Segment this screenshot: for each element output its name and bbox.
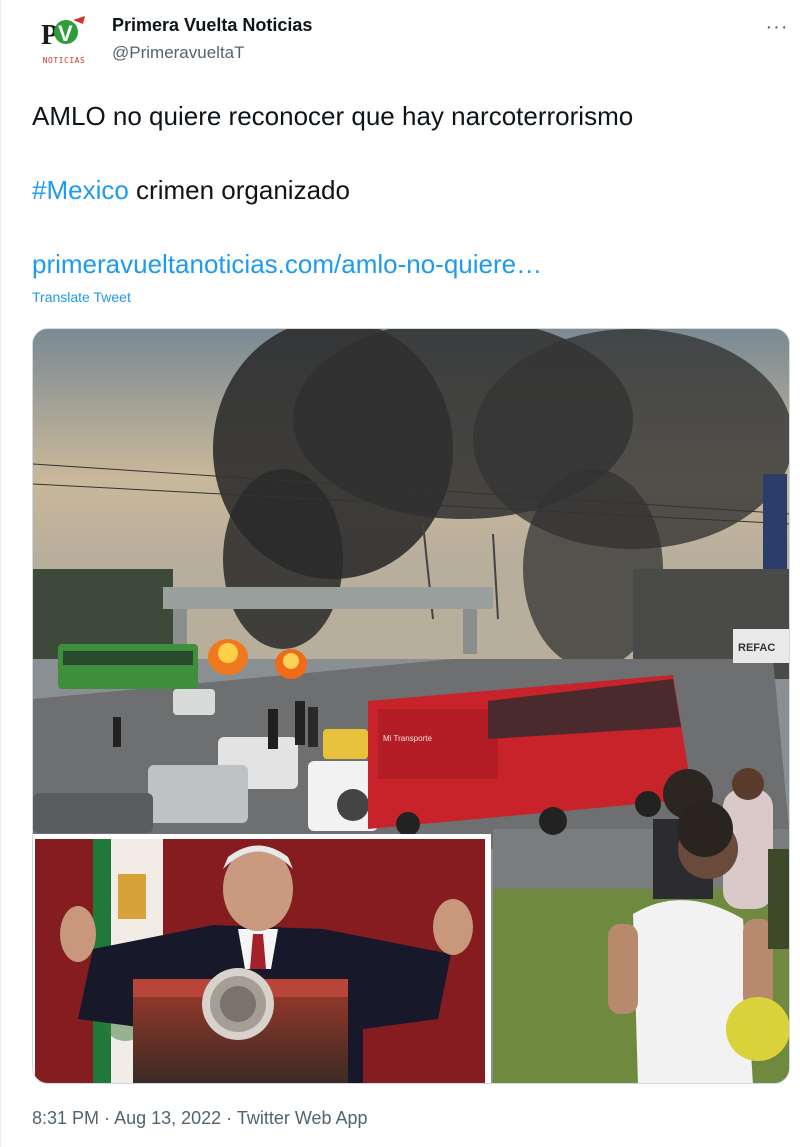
shop-sign: REFAC: [738, 642, 775, 654]
more-horizontal-icon: ···: [765, 15, 789, 38]
separator: ·: [99, 1108, 115, 1128]
hashtag-link[interactable]: #Mexico: [32, 175, 129, 205]
tweet-line-3: primeravueltanoticias.com/amlo-no-quiere…: [32, 246, 772, 282]
bus-label: Mi Transporte: [383, 734, 432, 743]
tweet-card: P V NOTICIAS Primera Vuelta Noticias @Pr…: [0, 0, 800, 1147]
green-bus: [58, 644, 198, 689]
tweet-line-2: #Mexico crimen organizado: [32, 172, 772, 208]
tweet-line-2-text: crimen organizado: [128, 175, 350, 205]
media-photo: Mi Transporte REFAC: [33, 329, 789, 1083]
avatar[interactable]: P V NOTICIAS: [33, 14, 95, 70]
overpass: [163, 587, 493, 609]
pv-logo-icon: P V: [41, 16, 85, 51]
tweet-source: Twitter Web App: [236, 1108, 368, 1128]
article-link[interactable]: primeravueltanoticias.com/amlo-no-quiere…: [32, 249, 542, 279]
tweet-date[interactable]: Aug 13, 2022: [114, 1108, 221, 1128]
svg-text:V: V: [58, 21, 73, 46]
separator: ·: [221, 1108, 237, 1128]
avatar-label: NOTICIAS: [42, 56, 86, 65]
translate-tweet-link[interactable]: Translate Tweet: [32, 289, 131, 305]
tweet-time[interactable]: 8:31 PM: [32, 1108, 99, 1128]
more-options-button[interactable]: ···: [763, 14, 791, 40]
tweet-metadata: 8:31 PM · Aug 13, 2022 · Twitter Web App: [32, 1108, 368, 1129]
tweet-line-1: AMLO no quiere reconocer que hay narcote…: [32, 101, 634, 131]
tweet-media[interactable]: Mi Transporte REFAC: [32, 328, 790, 1084]
red-bus: Mi Transporte: [368, 675, 693, 836]
inset-photo: [33, 834, 491, 1083]
author-display-name[interactable]: Primera Vuelta Noticias: [112, 15, 312, 36]
tweet-text: AMLO no quiere reconocer que hay narcote…: [32, 98, 772, 282]
author-handle[interactable]: @PrimeravueltaT: [112, 43, 245, 63]
